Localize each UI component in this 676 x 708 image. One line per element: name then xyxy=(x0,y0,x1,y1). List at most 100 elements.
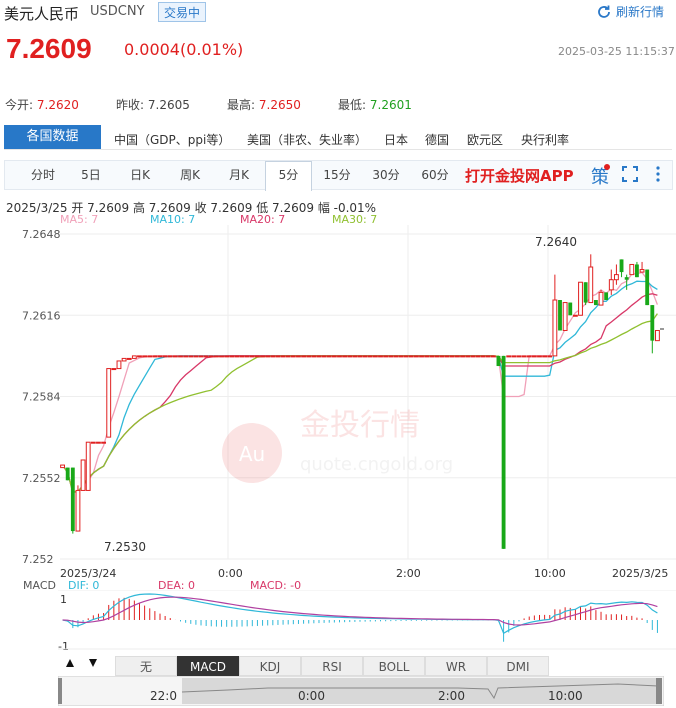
candle-body xyxy=(378,355,383,358)
ind-tab-macd[interactable]: MACD xyxy=(177,656,239,676)
candle-body xyxy=(608,279,614,291)
candle-body xyxy=(465,355,471,358)
fullscreen-button[interactable] xyxy=(622,166,638,186)
candle-body xyxy=(326,355,332,358)
candle-body xyxy=(521,355,527,358)
candle-body xyxy=(655,329,660,342)
watermark-logo-text: Au xyxy=(239,442,265,466)
ind-tab-boll[interactable]: BOLL xyxy=(363,656,425,676)
candle-body xyxy=(131,355,137,359)
candle-body xyxy=(429,355,435,358)
fullscreen-icon xyxy=(622,166,638,182)
stat-prev-value: 7.2605 xyxy=(147,98,190,112)
candle-body xyxy=(152,355,158,358)
candle-body xyxy=(434,355,440,358)
candle-body xyxy=(398,355,404,358)
range-navigator[interactable]: 22:0 0:00 2:00 10:00 xyxy=(58,676,664,706)
candle-body xyxy=(439,355,445,358)
tab-central-bank-rate[interactable]: 央行利率 xyxy=(521,131,569,148)
candle-body xyxy=(126,357,132,360)
candle-body xyxy=(367,355,373,358)
refresh-button[interactable]: 刷新行情 xyxy=(596,3,664,20)
more-vertical-icon xyxy=(656,166,660,182)
candle-body xyxy=(383,355,389,358)
candle-body xyxy=(321,355,327,358)
candle-body xyxy=(342,355,348,358)
tab-weekly-k[interactable]: 周K xyxy=(167,160,213,190)
candle-body xyxy=(347,355,353,358)
candle-body xyxy=(219,355,224,358)
candle-body xyxy=(260,355,265,358)
candle-body xyxy=(568,302,573,316)
candle-body xyxy=(645,269,650,306)
tab-intraday[interactable]: 分时 xyxy=(20,160,66,190)
candle-body xyxy=(331,355,337,358)
more-menu-button[interactable] xyxy=(654,165,662,187)
tab-15min[interactable]: 15分 xyxy=(314,160,360,190)
tab-usa[interactable]: 美国（非农、失业率） xyxy=(247,131,367,148)
candle-body xyxy=(542,355,548,358)
ind-tab-rsi[interactable]: RSI xyxy=(301,656,363,676)
tab-japan[interactable]: 日本 xyxy=(384,131,408,148)
tab-china[interactable]: 中国（GDP、ppi等） xyxy=(114,131,230,148)
tab-5min[interactable]: 5分 xyxy=(265,160,312,190)
candlesticks xyxy=(60,254,660,549)
notification-dot xyxy=(604,164,610,170)
candle-body xyxy=(142,355,148,358)
quote-timestamp: 2025-03-25 11:15:37 xyxy=(558,45,675,58)
candle-body xyxy=(624,277,629,280)
instrument-code: USDCNY xyxy=(90,4,145,19)
min-annotation: 7.2530 xyxy=(104,540,146,554)
candle-body xyxy=(224,355,230,358)
candle-body xyxy=(301,355,307,358)
ind-tab-none[interactable]: 无 xyxy=(115,656,177,676)
candle-body xyxy=(70,467,75,532)
candle-body xyxy=(234,355,240,358)
tab-daily-k[interactable]: 日K xyxy=(117,160,163,190)
candle-body xyxy=(75,489,81,532)
candle-body xyxy=(213,355,219,358)
candle-body xyxy=(393,355,399,358)
candle-body xyxy=(526,355,532,358)
candle-body xyxy=(244,355,250,358)
stat-open: 今开: 7.2620 xyxy=(5,96,79,113)
candle-body xyxy=(85,441,91,491)
y-tick-label: 7.252 xyxy=(22,553,54,566)
candle-body xyxy=(629,263,635,276)
candle-body xyxy=(362,355,368,358)
candle-body xyxy=(275,355,281,358)
ind-tab-dmi[interactable]: DMI xyxy=(487,656,549,676)
triangle-up-icon xyxy=(66,659,74,667)
scroll-up-button[interactable] xyxy=(60,656,80,676)
candle-body xyxy=(449,355,455,358)
tab-country-data[interactable]: 各国数据 xyxy=(4,125,101,149)
candle-body xyxy=(290,355,296,358)
candle-body xyxy=(183,355,189,358)
candle-body xyxy=(167,355,173,358)
tab-5day[interactable]: 5日 xyxy=(68,160,114,190)
tab-60min[interactable]: 60分 xyxy=(412,160,458,190)
navigator-right-handle[interactable] xyxy=(656,678,662,704)
navigator-selection[interactable] xyxy=(182,678,658,704)
triangle-down-icon xyxy=(89,659,97,667)
max-annotation: 7.2640 xyxy=(535,235,577,249)
candle-body xyxy=(352,355,358,358)
candle-body xyxy=(137,355,142,358)
candle-body xyxy=(496,355,501,367)
candle-body xyxy=(460,355,465,358)
candle-body xyxy=(444,355,450,358)
open-app-link[interactable]: 打开金投网APP xyxy=(465,165,574,186)
ind-tab-wr[interactable]: WR xyxy=(425,656,487,676)
nav-label-1: 22:0 xyxy=(150,689,177,703)
kline-chart[interactable]: Au 金投行情 quote.cngold.org 7.26487.26167.2… xyxy=(0,225,676,580)
tab-30min[interactable]: 30分 xyxy=(363,160,409,190)
candle-body xyxy=(455,355,460,358)
tab-germany[interactable]: 德国 xyxy=(425,131,449,148)
tab-monthly-k[interactable]: 月K xyxy=(216,160,262,190)
navigator-left-handle[interactable] xyxy=(58,678,62,704)
candle-body xyxy=(96,441,101,444)
ind-tab-kdj[interactable]: KDJ xyxy=(239,656,301,676)
candle-body xyxy=(511,355,517,358)
tab-eurozone[interactable]: 欧元区 xyxy=(467,131,503,148)
scroll-down-button[interactable] xyxy=(83,656,103,676)
